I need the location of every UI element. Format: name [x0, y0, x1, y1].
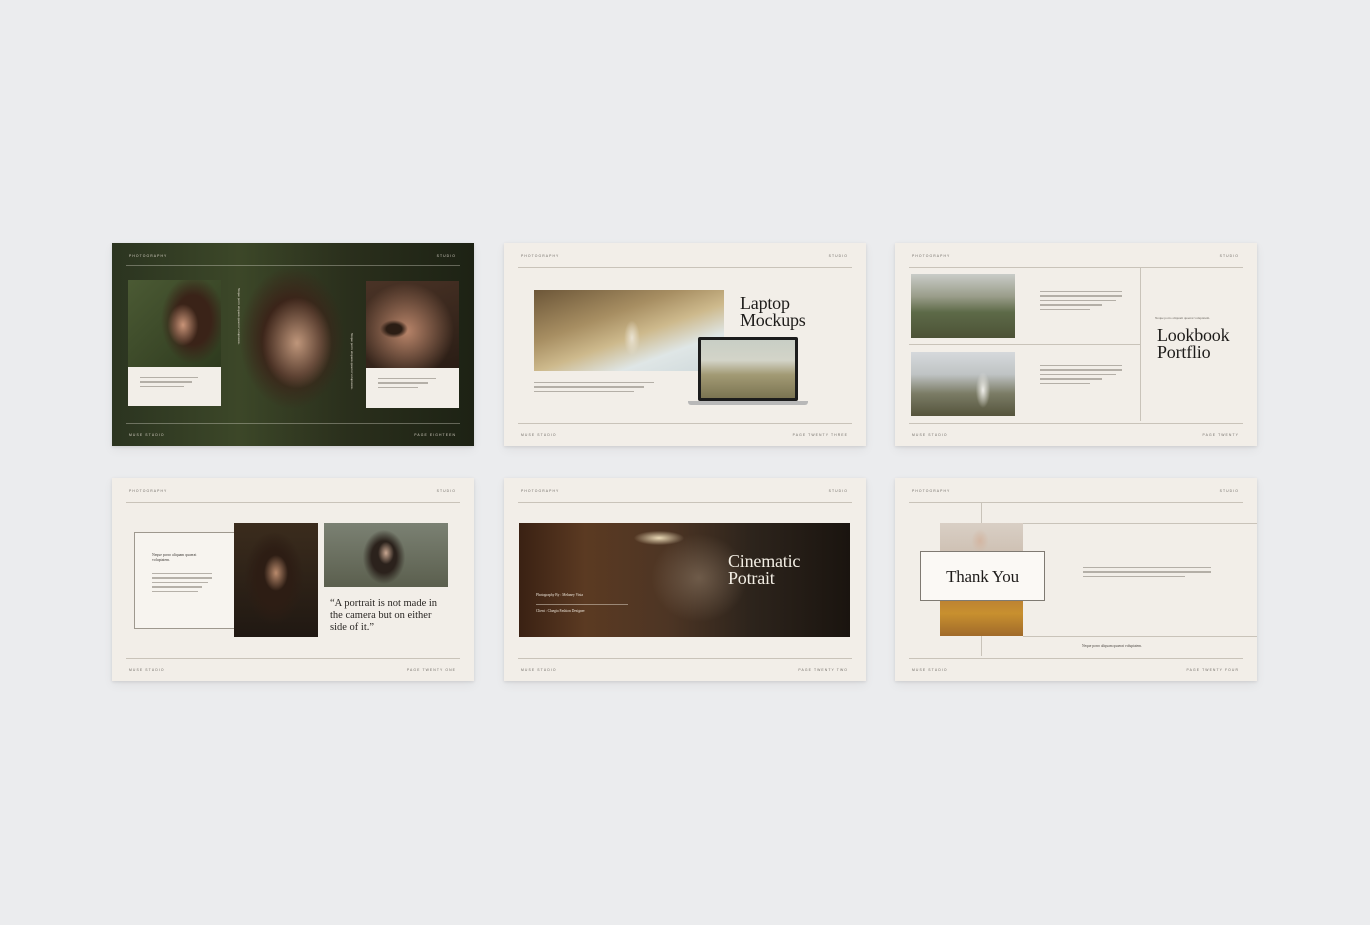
portrait-photo-dark	[234, 523, 318, 637]
row-divider	[909, 344, 1140, 345]
laptop-base	[688, 401, 808, 405]
slide-page-twenty-three[interactable]: PHOTOGRAPHY STUDIO Laptop Mockups MUSE S…	[504, 243, 866, 446]
slide-title: Laptop Mockups	[740, 293, 806, 330]
header-right: STUDIO	[828, 254, 848, 258]
footer-right: PAGE TWENTY THREE	[792, 433, 848, 437]
header-divider	[909, 502, 1243, 503]
footer-divider	[126, 658, 460, 659]
footer-divider	[909, 423, 1243, 424]
portrait-photo-wide	[324, 523, 448, 587]
footer-left: MUSE STUDIO	[912, 668, 948, 672]
header-left: PHOTOGRAPHY	[129, 489, 168, 493]
thank-you-title: Thank You	[946, 567, 1019, 586]
footer-divider	[518, 658, 852, 659]
footer-divider	[518, 423, 852, 424]
portrait-quote: “A portrait is not made in the camera bu…	[330, 598, 438, 633]
header-divider	[126, 502, 460, 503]
column-divider	[1140, 267, 1141, 421]
footer-divider	[126, 423, 460, 424]
slide-page-twenty-one[interactable]: PHOTOGRAPHY STUDIO Neque porro aliquam q…	[112, 478, 474, 681]
header-divider	[518, 502, 852, 503]
footer-right: PAGE EIGHTEEN	[414, 433, 456, 437]
slide-page-twenty-four[interactable]: PHOTOGRAPHY STUDIO Thank You Neque porro…	[895, 478, 1257, 681]
laptop-mockup	[688, 337, 808, 407]
tagline: Neque porro aliquam quaerat voluptatem.	[1155, 316, 1211, 320]
description-text	[534, 382, 654, 395]
hillside-photo-bottom	[911, 352, 1015, 416]
footer-left: MUSE STUDIO	[521, 433, 557, 437]
text-block-top	[1040, 291, 1122, 313]
thank-you-text	[1083, 567, 1211, 580]
header-left: PHOTOGRAPHY	[912, 489, 951, 493]
caption-card-left	[128, 367, 221, 406]
slide-page-twenty[interactable]: PHOTOGRAPHY STUDIO Neque porro aliquam q…	[895, 243, 1257, 446]
dunes-banner-photo	[534, 290, 724, 371]
slide-title: Cinematic Potrait	[728, 551, 801, 588]
eye-closeup-photo	[366, 281, 459, 368]
header-left: PHOTOGRAPHY	[521, 489, 560, 493]
text-block-bottom	[1040, 365, 1122, 387]
card-heading: Neque porro aliquam quaerat voluptatem.	[152, 553, 197, 562]
header-right: STUDIO	[436, 254, 456, 258]
hillside-photo-top	[911, 274, 1015, 338]
header-divider	[909, 267, 1243, 268]
header-left: PHOTOGRAPHY	[521, 254, 560, 258]
top-accent-rule	[1023, 523, 1257, 524]
header-right: STUDIO	[1219, 489, 1239, 493]
footer-right: PAGE TWENTY	[1202, 433, 1239, 437]
thank-you-caption: Neque porro aliquam quaerat voluptatem.	[1082, 644, 1142, 648]
slide-page-twenty-two[interactable]: PHOTOGRAPHY STUDIO Cinematic Potrait Pho…	[504, 478, 866, 681]
header-left: PHOTOGRAPHY	[912, 254, 951, 258]
meadow-screen-photo	[701, 340, 795, 398]
vertical-caption-right: Neque porro aliquam quaerat voluptatem.	[350, 333, 354, 390]
credit-divider	[536, 604, 628, 605]
client-credit: Client : Claegia Fashion Designer	[536, 609, 585, 613]
profile-portrait-photo	[128, 280, 221, 367]
laptop-screen	[698, 337, 798, 401]
caption-card-right	[366, 368, 459, 408]
header-divider	[518, 267, 852, 268]
footer-divider	[909, 658, 1243, 659]
slide-title: Lookbook Portflio	[1157, 325, 1230, 362]
slide-page-eighteen[interactable]: PHOTOGRAPHY STUDIO Neque porro aliquam q…	[112, 243, 474, 446]
footer-left: MUSE STUDIO	[129, 433, 165, 437]
footer-left: MUSE STUDIO	[521, 668, 557, 672]
photographer-credit: Photography By : Melaney Vista	[536, 593, 584, 597]
footer-right: PAGE TWENTY TWO	[798, 668, 848, 672]
footer-right: PAGE TWENTY ONE	[406, 668, 456, 672]
vertical-caption: Neque porro aliquam quaerat voluptatem.	[237, 288, 241, 345]
footer-left: MUSE STUDIO	[129, 668, 165, 672]
header-right: STUDIO	[436, 489, 456, 493]
cinematic-banner-photo	[519, 523, 850, 637]
header-divider	[126, 265, 460, 266]
footer-left: MUSE STUDIO	[912, 433, 948, 437]
thank-you-box: Thank You	[920, 551, 1045, 601]
header-right: STUDIO	[828, 489, 848, 493]
text-card: Neque porro aliquam quaerat voluptatem.	[134, 532, 236, 629]
header-left: PHOTOGRAPHY	[129, 254, 168, 258]
header-right: STUDIO	[1219, 254, 1239, 258]
bottom-accent-rule	[1023, 636, 1257, 637]
footer-right: PAGE TWENTY FOUR	[1186, 668, 1239, 672]
